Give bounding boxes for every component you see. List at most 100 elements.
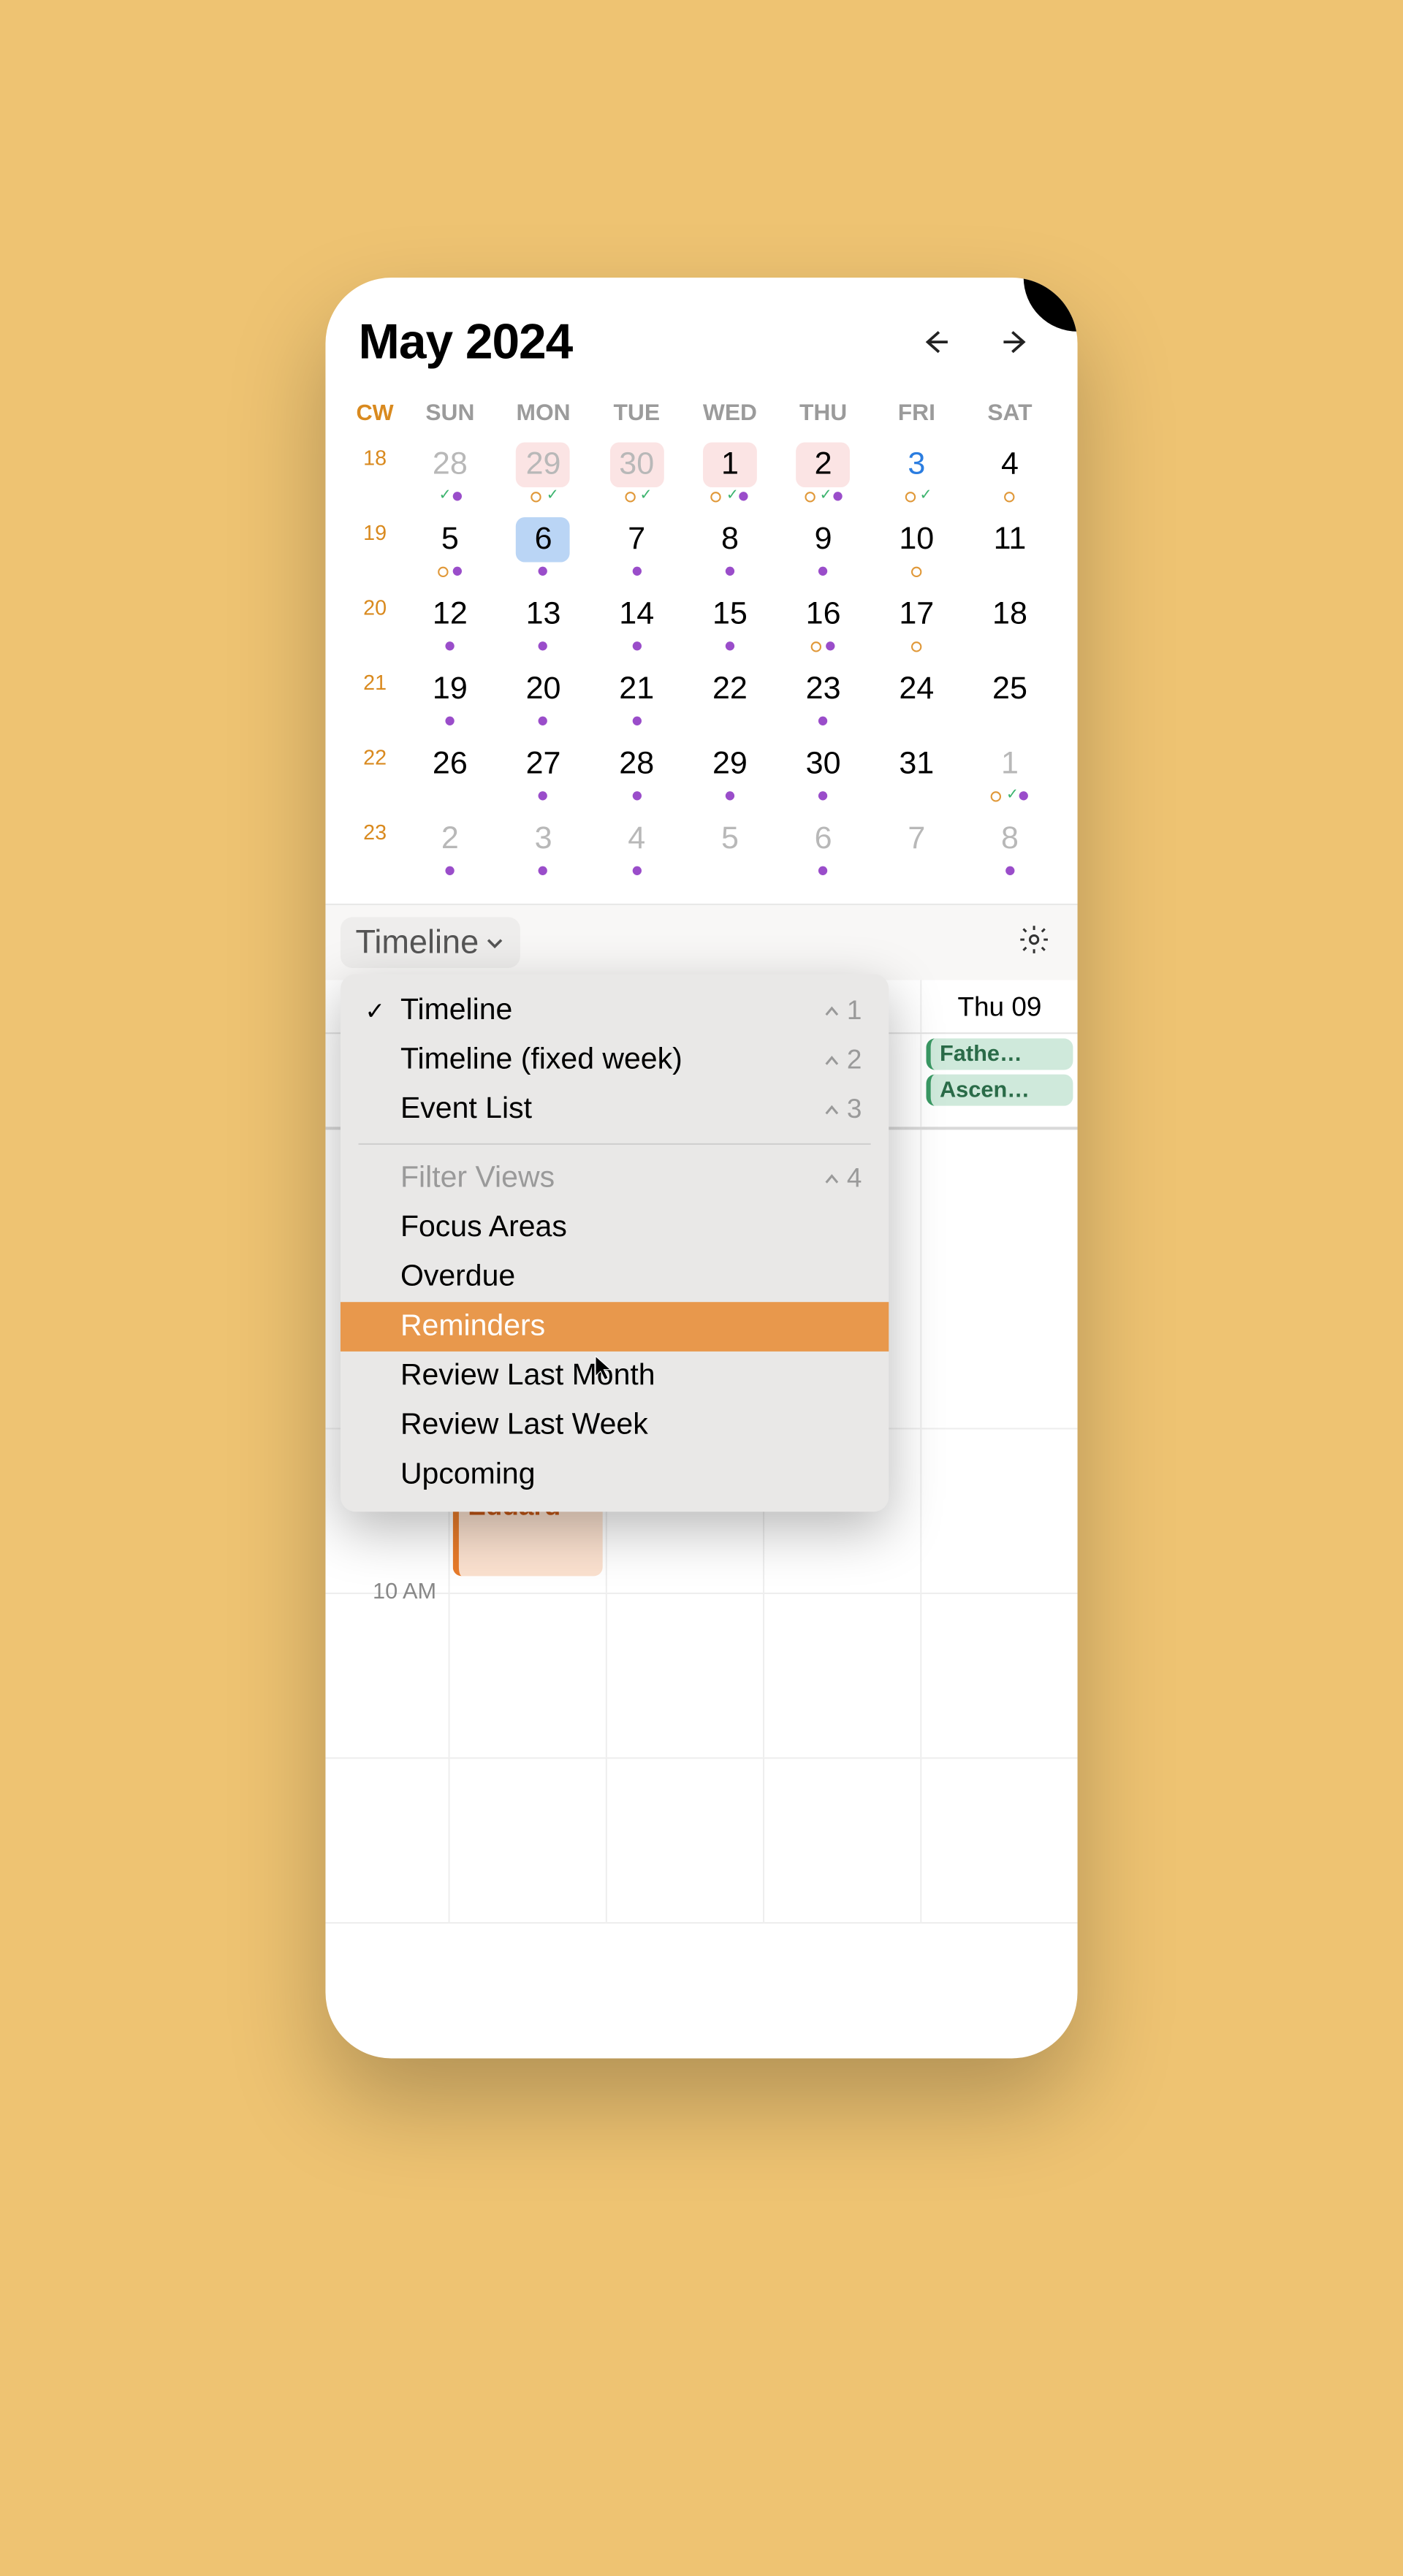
hour-label: 10 AM bbox=[325, 1594, 448, 1757]
hour-cell[interactable] bbox=[763, 1594, 920, 1757]
day-cell[interactable]: 11 bbox=[963, 511, 1057, 582]
dropdown-item-review-last-week[interactable]: Review Last Week bbox=[341, 1401, 889, 1451]
dropdown-item-timeline[interactable]: ✓Timeline 1 bbox=[341, 986, 889, 1036]
allday-cell[interactable]: Fathe… Ascen… bbox=[920, 1034, 1077, 1127]
hour-row bbox=[325, 1758, 1077, 1924]
day-cell[interactable]: 19 bbox=[403, 661, 497, 731]
day-cell[interactable]: 31 bbox=[870, 736, 963, 806]
dot-icon bbox=[726, 791, 734, 800]
dropdown-item-upcoming[interactable]: Upcoming bbox=[341, 1450, 889, 1500]
allday-event-chip[interactable]: Fathe… bbox=[927, 1038, 1073, 1070]
prev-month-button[interactable] bbox=[916, 323, 954, 362]
day-cell[interactable]: 30✓ bbox=[590, 436, 683, 506]
check-icon: ✓ bbox=[639, 492, 648, 500]
check-icon: ✓ bbox=[820, 492, 829, 500]
week-row: 21 19 20 21 22 23 24 25 bbox=[346, 661, 1057, 736]
allday-event-chip[interactable]: Ascen… bbox=[927, 1075, 1073, 1106]
dropdown-item-focus-areas[interactable]: Focus Areas bbox=[341, 1203, 889, 1253]
day-cell[interactable]: 29✓ bbox=[497, 436, 590, 506]
hour-cell[interactable] bbox=[763, 1758, 920, 1921]
hour-cell[interactable] bbox=[449, 1594, 606, 1757]
day-cell[interactable]: 1✓ bbox=[963, 736, 1057, 806]
day-cell[interactable]: 5 bbox=[683, 811, 777, 881]
day-cell[interactable]: 21 bbox=[590, 661, 683, 731]
toolbar: Timeline ✓Timeline 1 Timeline (fixed wee… bbox=[325, 905, 1077, 980]
hour-cell[interactable] bbox=[449, 1758, 606, 1921]
hour-cell[interactable] bbox=[920, 1429, 1077, 1592]
next-month-button[interactable] bbox=[997, 323, 1035, 362]
timeline-header-thu[interactable]: Thu 09 bbox=[920, 980, 1077, 1032]
dot-icon bbox=[452, 492, 461, 500]
dot-icon bbox=[539, 641, 547, 650]
day-cell[interactable]: 8 bbox=[963, 811, 1057, 881]
day-cell[interactable]: 14 bbox=[590, 586, 683, 656]
day-cell[interactable]: 10 bbox=[870, 511, 963, 582]
day-cell[interactable]: 3 bbox=[497, 811, 590, 881]
check-icon: ✓ bbox=[1006, 791, 1015, 800]
week-row: 18 28✓ 29✓ 30✓ 1✓ 2✓ 3✓ 4 bbox=[346, 436, 1057, 511]
day-cell[interactable]: 4 bbox=[963, 436, 1057, 506]
day-cell[interactable]: 2✓ bbox=[777, 436, 870, 506]
day-cell[interactable]: 23 bbox=[777, 661, 870, 731]
day-cell[interactable]: 18 bbox=[963, 586, 1057, 656]
day-cell[interactable]: 13 bbox=[497, 586, 590, 656]
dropdown-item-reminders[interactable]: Reminders bbox=[341, 1302, 889, 1352]
ring-icon bbox=[911, 566, 921, 576]
settings-button[interactable] bbox=[1018, 923, 1051, 963]
day-cell[interactable]: 9 bbox=[777, 511, 870, 582]
day-cell[interactable]: 16 bbox=[777, 586, 870, 656]
day-cell[interactable]: 7 bbox=[590, 511, 683, 582]
dropdown-item-event-list[interactable]: Event List 3 bbox=[341, 1085, 889, 1135]
hour-cell[interactable] bbox=[920, 1758, 1077, 1921]
week-row: 20 12 13 14 15 16 17 18 bbox=[346, 586, 1057, 661]
day-cell[interactable]: 4 bbox=[590, 811, 683, 881]
day-cell[interactable]: 29 bbox=[683, 736, 777, 806]
day-cell[interactable]: 12 bbox=[403, 586, 497, 656]
check-icon: ✓ bbox=[547, 492, 555, 500]
dot-icon bbox=[453, 567, 462, 576]
hour-cell[interactable] bbox=[920, 1129, 1077, 1428]
separator bbox=[359, 1143, 871, 1145]
day-cell[interactable]: 28 bbox=[590, 736, 683, 806]
dot-icon bbox=[826, 641, 835, 650]
cw-header: CW bbox=[346, 392, 403, 437]
day-cell[interactable]: 6 bbox=[777, 811, 870, 881]
day-cell[interactable]: 1✓ bbox=[683, 436, 777, 506]
dot-icon bbox=[539, 866, 547, 875]
day-cell[interactable]: 30 bbox=[777, 736, 870, 806]
day-cell[interactable]: 3✓ bbox=[870, 436, 963, 506]
view-selector-button[interactable]: Timeline bbox=[341, 917, 521, 968]
dropdown-item-overdue[interactable]: Overdue bbox=[341, 1253, 889, 1303]
day-cell[interactable]: 8 bbox=[683, 511, 777, 582]
dot-icon bbox=[818, 567, 827, 576]
day-cell[interactable]: 5 bbox=[403, 511, 497, 582]
ring-icon bbox=[1005, 491, 1015, 501]
day-cell[interactable]: 26 bbox=[403, 736, 497, 806]
dot-icon bbox=[833, 492, 842, 500]
dot-icon bbox=[539, 791, 547, 800]
day-cell[interactable]: 28✓ bbox=[403, 436, 497, 506]
day-cell[interactable]: 17 bbox=[870, 586, 963, 656]
dow-sat: SAT bbox=[963, 392, 1057, 437]
day-cell[interactable]: 24 bbox=[870, 661, 963, 731]
day-cell-today[interactable]: 6 bbox=[497, 511, 590, 582]
day-cell[interactable]: 27 bbox=[497, 736, 590, 806]
day-cell[interactable]: 20 bbox=[497, 661, 590, 731]
cw-number: 20 bbox=[346, 586, 403, 619]
dot-icon bbox=[632, 791, 641, 800]
day-cell[interactable]: 25 bbox=[963, 661, 1057, 731]
dropdown-item-timeline-fixed[interactable]: Timeline (fixed week) 2 bbox=[341, 1035, 889, 1085]
week-row: 23 2 3 4 5 6 7 8 bbox=[346, 811, 1057, 886]
day-cell[interactable]: 22 bbox=[683, 661, 777, 731]
day-cell[interactable]: 15 bbox=[683, 586, 777, 656]
hour-cell[interactable] bbox=[920, 1594, 1077, 1757]
dot-icon bbox=[446, 866, 455, 875]
dot-icon bbox=[632, 567, 641, 576]
day-cell[interactable]: 7 bbox=[870, 811, 963, 881]
hour-cell[interactable] bbox=[606, 1758, 763, 1921]
day-cell[interactable]: 2 bbox=[403, 811, 497, 881]
app-window: May 2024 CW SUN MON TUE WED THU FRI SAT … bbox=[325, 278, 1077, 2058]
hour-cell[interactable] bbox=[606, 1594, 763, 1757]
ring-icon bbox=[711, 491, 721, 501]
checkmark-icon: ✓ bbox=[362, 996, 389, 1026]
